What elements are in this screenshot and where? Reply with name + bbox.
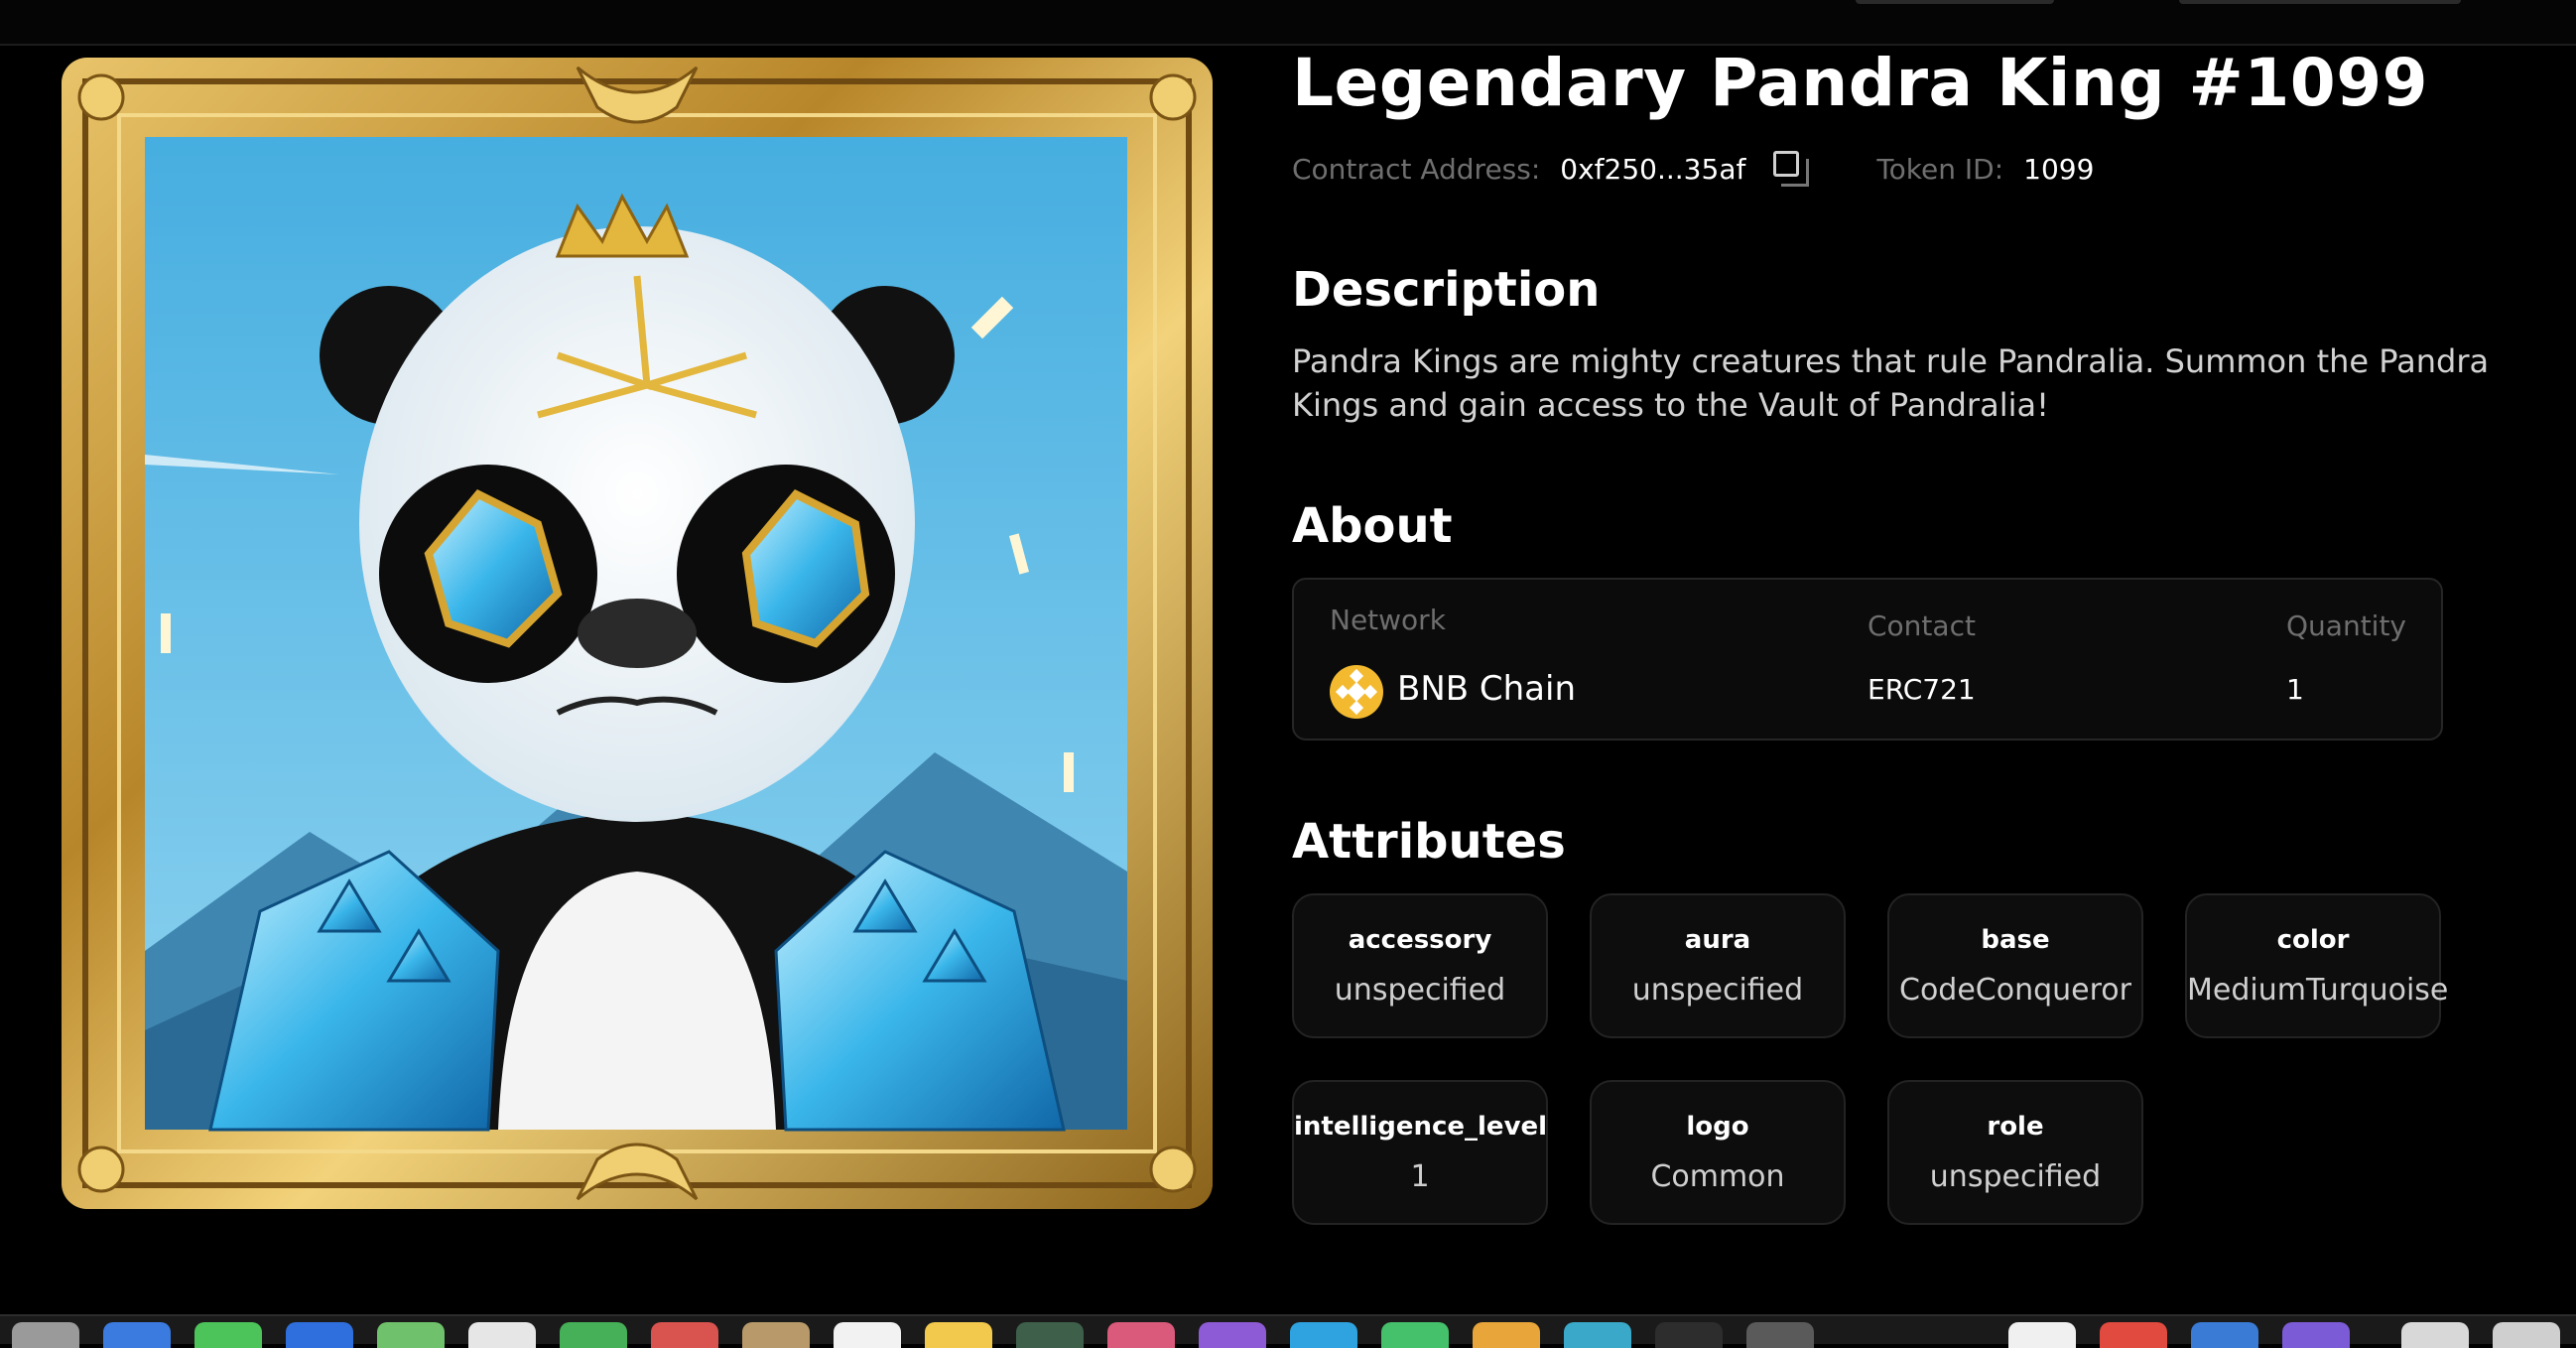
attribute-card: base CodeConqueror bbox=[1887, 893, 2143, 1038]
quantity-value: 1 bbox=[2286, 673, 2304, 706]
attribute-card: aura unspecified bbox=[1590, 893, 1846, 1038]
dock-app-icon[interactable] bbox=[1290, 1322, 1357, 1348]
attribute-value: unspecified bbox=[1929, 1159, 2102, 1194]
attribute-value: CodeConqueror bbox=[1899, 973, 2131, 1008]
dock-app-icon[interactable] bbox=[651, 1322, 718, 1348]
dock-app-icon[interactable] bbox=[194, 1322, 262, 1348]
dock-app-icon[interactable] bbox=[742, 1322, 810, 1348]
contract-address-value[interactable]: 0xf250...35af bbox=[1560, 153, 1745, 186]
about-heading: About bbox=[1292, 498, 1453, 554]
token-meta-row: Contract Address: 0xf250...35af Token ID… bbox=[1292, 147, 2094, 191]
browser-top-bar bbox=[0, 0, 2576, 46]
about-card: Network BNB Chain Contact ERC721 Quantit… bbox=[1292, 578, 2443, 741]
dock-app-icon[interactable] bbox=[2493, 1322, 2560, 1348]
dock-app-icon[interactable] bbox=[925, 1322, 992, 1348]
dock-app-icon[interactable] bbox=[834, 1322, 901, 1348]
dock-app-icon[interactable] bbox=[1564, 1322, 1631, 1348]
network-value: BNB Chain bbox=[1397, 669, 1577, 709]
dock-app-icon[interactable] bbox=[1655, 1322, 1723, 1348]
attribute-value: Common bbox=[1650, 1159, 1785, 1194]
attributes-heading: Attributes bbox=[1292, 814, 1566, 870]
dock-app-icon[interactable] bbox=[1016, 1322, 1084, 1348]
dock-app-icon[interactable] bbox=[1473, 1322, 1540, 1348]
dock-app-icon[interactable] bbox=[2100, 1322, 2167, 1348]
dock-app-icon[interactable] bbox=[1199, 1322, 1266, 1348]
attribute-key: base bbox=[1981, 925, 2050, 955]
network-label: Network bbox=[1330, 604, 1446, 636]
attribute-key: accessory bbox=[1348, 925, 1492, 955]
attribute-value: unspecified bbox=[1334, 973, 1506, 1008]
dock-app-icon[interactable] bbox=[2282, 1322, 2350, 1348]
copy-icon[interactable] bbox=[1773, 151, 1810, 187]
attribute-value: 1 bbox=[1410, 1159, 1430, 1194]
top-bar-control[interactable] bbox=[1856, 0, 2054, 4]
attribute-card: color MediumTurquoise bbox=[2185, 893, 2449, 1038]
dock-app-icon[interactable] bbox=[2401, 1322, 2469, 1348]
quantity-label: Quantity bbox=[2286, 609, 2406, 642]
attribute-key: logo bbox=[1686, 1112, 1749, 1142]
dock-app-icon[interactable] bbox=[468, 1322, 536, 1348]
dock-app-icon[interactable] bbox=[560, 1322, 627, 1348]
attribute-key: role bbox=[1987, 1112, 2044, 1142]
top-bar-control[interactable] bbox=[2179, 0, 2461, 4]
dock-app-icon[interactable] bbox=[2008, 1322, 2076, 1348]
dock bbox=[0, 1314, 2576, 1348]
dock-app-icon[interactable] bbox=[286, 1322, 353, 1348]
nft-artwork bbox=[62, 58, 1213, 1209]
description-text: Pandra Kings are mighty creatures that r… bbox=[1292, 342, 2490, 424]
contract-address-label: Contract Address: bbox=[1292, 152, 1541, 186]
attribute-key: intelligence_level bbox=[1294, 1112, 1548, 1142]
dock-app-icon[interactable] bbox=[1107, 1322, 1175, 1348]
attribute-value: unspecified bbox=[1631, 973, 1804, 1008]
contact-value: ERC721 bbox=[1868, 673, 1976, 706]
attribute-card: intelligence_level 1 bbox=[1292, 1080, 1548, 1225]
dock-app-icon[interactable] bbox=[377, 1322, 445, 1348]
attribute-value: MediumTurquoise bbox=[2187, 973, 2449, 1008]
attribute-key: aura bbox=[1684, 925, 1751, 955]
dock-app-icon[interactable] bbox=[103, 1322, 171, 1348]
attribute-card: logo Common bbox=[1590, 1080, 1846, 1225]
attributes-grid: accessory unspecified aura unspecified b… bbox=[1292, 893, 2483, 1271]
dock-app-icon[interactable] bbox=[1746, 1322, 1814, 1348]
token-id-label: Token ID: bbox=[1876, 152, 2004, 186]
dock-app-icon[interactable] bbox=[2191, 1322, 2258, 1348]
attribute-card: role unspecified bbox=[1887, 1080, 2143, 1225]
nft-title: Legendary Pandra King #1099 bbox=[1292, 45, 2429, 121]
description-heading: Description bbox=[1292, 262, 1601, 318]
contact-label: Contact bbox=[1868, 609, 1976, 642]
dock-app-icon[interactable] bbox=[1381, 1322, 1449, 1348]
attribute-key: color bbox=[2276, 925, 2350, 955]
attribute-card: accessory unspecified bbox=[1292, 893, 1548, 1038]
dock-app-icon[interactable] bbox=[12, 1322, 79, 1348]
token-id-value: 1099 bbox=[2023, 152, 2095, 186]
bnb-chain-icon bbox=[1330, 665, 1383, 719]
